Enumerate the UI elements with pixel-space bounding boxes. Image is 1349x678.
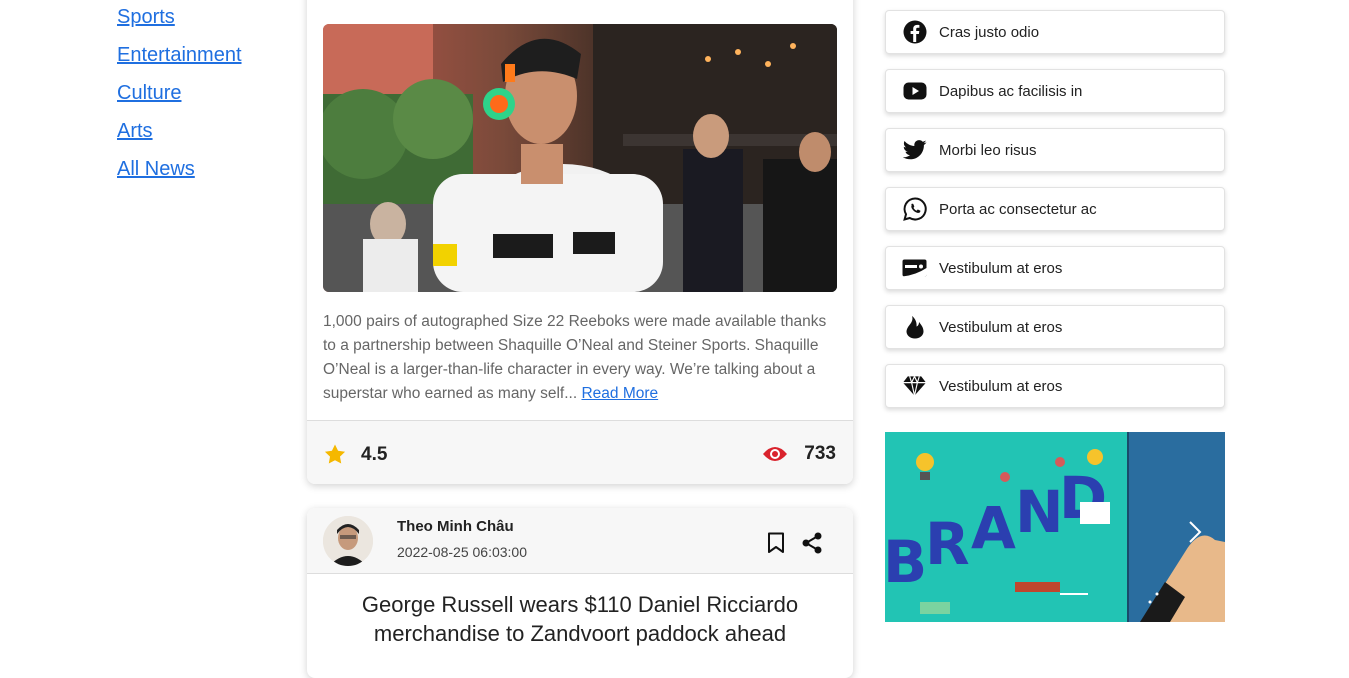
facebook-icon: [902, 20, 927, 45]
social-item-twitter[interactable]: Morbi leo risus: [885, 128, 1225, 172]
share-icon[interactable]: [802, 532, 822, 554]
article-views: 733: [762, 443, 836, 465]
social-item-whatsapp[interactable]: Porta ac consectetur ac: [885, 187, 1225, 231]
nav-link-arts[interactable]: Arts: [117, 112, 153, 150]
nav-link-sports[interactable]: Sports: [117, 0, 175, 36]
banner-letter: B: [885, 528, 927, 596]
bookmark-icon[interactable]: [767, 532, 785, 554]
article-header: Theo Minh Châu 2022-08-25 06:03:00: [307, 508, 853, 574]
author-avatar[interactable]: [323, 516, 373, 566]
rating-value: 4.5: [361, 443, 388, 465]
discover-card-icon: [902, 256, 927, 281]
social-item-facebook[interactable]: Cras justo odio: [885, 10, 1225, 54]
views-count: 733: [804, 443, 836, 464]
social-label: Dapibus ac facilisis in: [939, 82, 1083, 100]
article-excerpt: 1,000 pairs of autographed Size 22 Reebo…: [323, 310, 837, 406]
social-item-discover[interactable]: Vestibulum at eros: [885, 246, 1225, 290]
social-item-diamond[interactable]: Vestibulum at eros: [885, 364, 1225, 408]
social-item-youtube[interactable]: Dapibus ac facilisis in: [885, 69, 1225, 113]
youtube-icon: [902, 79, 927, 104]
article-card: 1,000 pairs of autographed Size 22 Reebo…: [307, 0, 853, 484]
social-label: Porta ac consectetur ac: [939, 200, 1097, 218]
brand-banner-carousel[interactable]: B R A N D: [885, 432, 1225, 622]
tinder-flame-icon: [902, 315, 927, 340]
article-rating: 4.5: [323, 443, 387, 466]
social-label: Vestibulum at eros: [939, 377, 1063, 395]
twitter-icon: [902, 138, 927, 163]
nav-link-culture[interactable]: Culture: [117, 74, 181, 112]
eye-icon: [763, 447, 788, 461]
nav-link-entertainment[interactable]: Entertainment: [117, 36, 242, 74]
article-excerpt-text: 1,000 pairs of autographed Size 22 Reebo…: [323, 313, 827, 402]
banner-letter: R: [925, 510, 970, 578]
publish-date: 2022-08-25 06:03:00: [397, 544, 527, 560]
avatar-image: [323, 516, 373, 566]
racing-driver-photo: [323, 24, 837, 292]
social-item-tinder[interactable]: Vestibulum at eros: [885, 305, 1225, 349]
banner-letter: A: [971, 494, 1016, 562]
article-title[interactable]: George Russell wears $110 Daniel Ricciar…: [323, 590, 837, 648]
star-icon: [324, 444, 346, 464]
nav-link-all-news[interactable]: All News: [117, 150, 195, 188]
social-label: Vestibulum at eros: [939, 259, 1063, 277]
article-image[interactable]: [323, 24, 837, 292]
whatsapp-icon: [902, 197, 927, 222]
diamond-icon: [902, 374, 927, 399]
social-label: Morbi leo risus: [939, 141, 1037, 159]
brand-illustration: B R A N D: [885, 432, 1225, 622]
read-more-link[interactable]: Read More: [581, 385, 658, 402]
article-footer: 4.5 733: [307, 420, 853, 484]
author-name[interactable]: Theo Minh Châu: [397, 518, 514, 535]
social-label: Cras justo odio: [939, 23, 1040, 41]
social-label: Vestibulum at eros: [939, 318, 1063, 336]
banner-letter: N: [1015, 478, 1064, 546]
